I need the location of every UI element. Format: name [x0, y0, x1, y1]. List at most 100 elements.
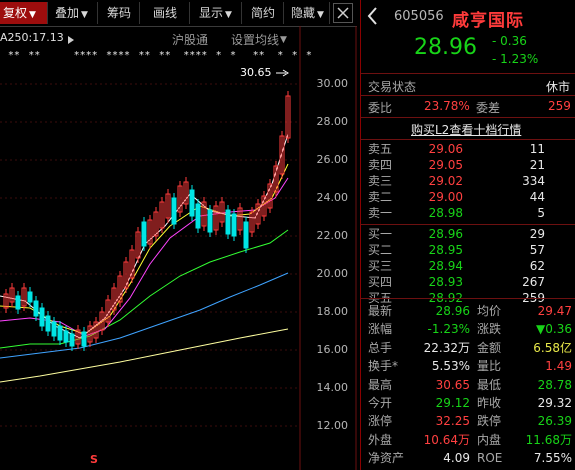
- stat-row: 涨停 32.25 跌停 26.39: [360, 412, 575, 430]
- ask-row[interactable]: 卖三 29.02 334: [360, 173, 575, 189]
- stock-code: 605056: [394, 9, 444, 24]
- level-volume: 21: [529, 158, 545, 173]
- candle-body: [195, 203, 201, 229]
- stat-value: 10.64万: [423, 432, 470, 447]
- level-label: 卖一: [368, 206, 393, 221]
- bid-row[interactable]: 买三 28.94 62: [360, 258, 575, 274]
- xianshi-label: 显示: [199, 6, 224, 20]
- level-label: 卖四: [368, 158, 393, 173]
- stat-label: 内盘: [477, 432, 502, 447]
- divider: [360, 139, 575, 140]
- jianyue-label: 简约: [251, 6, 276, 20]
- stat-value: 26.39: [537, 414, 572, 429]
- stat-label: 总手: [368, 340, 393, 355]
- stat-label: 量比: [477, 359, 502, 374]
- price-tick-label: 18.00: [316, 305, 349, 318]
- fuquan-label: 复权: [3, 6, 28, 20]
- level-label: 买二: [368, 242, 393, 257]
- price-tick-label: 20.00: [316, 267, 349, 280]
- stat-value: 6.58亿: [533, 340, 572, 355]
- stat-label: 最低: [477, 377, 502, 392]
- level-price: 28.94: [428, 258, 463, 273]
- level-volume: 267: [522, 274, 545, 289]
- level-volume: 11: [529, 142, 545, 156]
- stat-value: 5.53%: [431, 359, 470, 374]
- chevron-down-icon: ▼: [225, 10, 232, 20]
- kline-chart[interactable]: [0, 26, 357, 470]
- chart-toolbar: 复权 ▼ 叠加 ▼ 筹码 画线 显示 ▼ 简约 隐藏 ▼: [0, 0, 357, 27]
- level-label: 卖三: [368, 174, 393, 189]
- stat-row: 涨幅 -1.23% 涨跌 ▼0.36: [360, 320, 575, 338]
- candle-body: [189, 189, 195, 217]
- back-icon[interactable]: [366, 5, 380, 27]
- candle-body: [207, 209, 213, 233]
- ask-row[interactable]: 卖二 29.00 44: [360, 189, 575, 205]
- stat-label: 净资产: [368, 451, 405, 466]
- candle-body: [141, 221, 147, 247]
- price-tick-label: 22.00: [316, 229, 349, 242]
- l2-upgrade-link[interactable]: 购买L2查看十档行情: [411, 121, 521, 138]
- jianyue-button[interactable]: 简约: [248, 2, 284, 24]
- level-price: 29.02: [428, 174, 463, 189]
- price-tick-label: 24.00: [316, 191, 349, 204]
- current-price: 28.96: [414, 35, 477, 60]
- stat-value: 30.65: [435, 377, 470, 392]
- stat-value: 7.55%: [533, 451, 572, 466]
- level-volume: 334: [522, 174, 545, 189]
- candle-body: [171, 197, 177, 225]
- stat-value: 29.32: [537, 396, 572, 410]
- stat-value: 4.09: [443, 451, 470, 466]
- divider: [360, 117, 575, 118]
- level-volume: 5: [537, 206, 545, 221]
- price-tick-label: 12.00: [316, 419, 349, 432]
- diejia-label: 叠加: [55, 6, 80, 20]
- stat-label: 外盘: [368, 432, 393, 447]
- stat-label: 金额: [477, 340, 502, 355]
- chouma-button[interactable]: 筹码: [104, 2, 140, 24]
- stat-value: 32.25: [435, 414, 470, 429]
- huaxian-button[interactable]: 画线: [150, 2, 190, 24]
- price-change-pct: - 1.23%: [492, 52, 539, 66]
- stat-value: 28.96: [435, 304, 470, 318]
- stat-value: 29.12: [435, 396, 470, 410]
- bid-row[interactable]: 买二 28.95 57: [360, 242, 575, 258]
- chevron-down-icon: ▼: [81, 10, 88, 20]
- sell-signal-marker: S: [90, 453, 98, 466]
- stat-row: 净资产 4.09 ROE 7.55%: [360, 449, 575, 467]
- level-label: 买一: [368, 226, 393, 241]
- close-icon[interactable]: [333, 3, 353, 23]
- stat-label: ROE: [477, 451, 503, 466]
- fuquan-button[interactable]: 复权 ▼: [0, 2, 48, 24]
- stat-value: 28.78: [537, 377, 572, 392]
- ask-row[interactable]: 卖一 28.98 5: [360, 205, 575, 221]
- yincang-button[interactable]: 隐藏 ▼: [288, 2, 330, 24]
- trade-status-label: 交易状态: [368, 80, 417, 94]
- bid-row[interactable]: 买四 28.93 267: [360, 274, 575, 290]
- candle-body: [243, 221, 249, 249]
- xianshi-button[interactable]: 显示 ▼: [196, 2, 242, 24]
- stat-label: 涨跌: [477, 322, 502, 337]
- stat-row: 外盘 10.64万 内盘 11.68万: [360, 431, 575, 449]
- stat-row: 总手 22.32万 金额 6.58亿: [360, 339, 575, 357]
- candle-body: [81, 331, 87, 347]
- stat-label: 今开: [368, 396, 393, 410]
- level-label: 卖五: [368, 142, 393, 156]
- divider: [360, 73, 575, 74]
- candle-body: [51, 321, 57, 337]
- level-price: 29.06: [428, 142, 463, 156]
- bid-row[interactable]: 买一 28.96 29: [360, 226, 575, 242]
- level-price: 28.96: [428, 226, 463, 241]
- level-label: 卖二: [368, 190, 393, 205]
- stat-label: 涨停: [368, 414, 393, 429]
- divider: [360, 224, 575, 225]
- level-price: 29.00: [428, 190, 463, 205]
- diejia-button[interactable]: 叠加 ▼: [52, 2, 98, 24]
- ask-row[interactable]: 卖五 29.06 11: [360, 141, 575, 157]
- level-volume: 29: [529, 226, 545, 241]
- price-change: - 0.36: [492, 34, 527, 48]
- stat-row: 换手* 5.53% 量比 1.49: [360, 357, 575, 375]
- candle-body: [33, 300, 39, 317]
- chevron-down-icon: ▼: [317, 10, 324, 20]
- ask-row[interactable]: 卖四 29.05 21: [360, 157, 575, 173]
- stat-label: 涨幅: [368, 322, 393, 337]
